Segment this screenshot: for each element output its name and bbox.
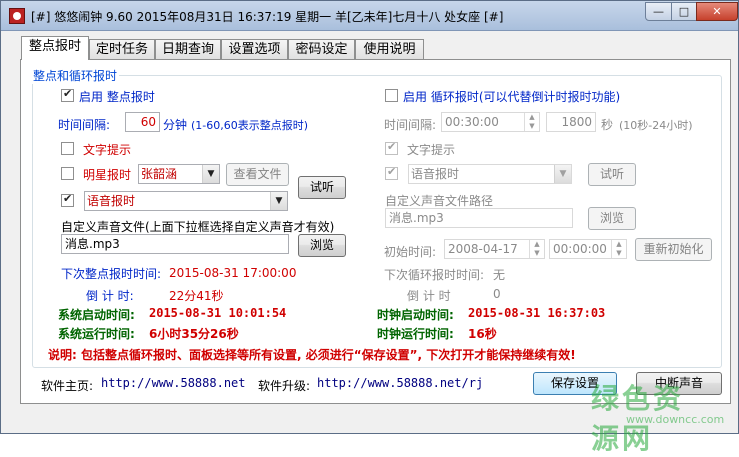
enable-cycle-label[interactable]: 启用 循环报时(可以代替倒计时报时功能) [403,88,620,105]
alarm-clock-icon [9,8,25,24]
view-file-button[interactable]: 查看文件 [226,163,289,186]
text-prompt-label[interactable]: 文字提示 [83,141,131,158]
custom-path-input[interactable]: 消息.mp3 [385,208,573,228]
interval-label: 时间间隔: [58,118,111,132]
maximize-button[interactable]: □ [671,2,697,21]
custom-file-input[interactable]: 消息.mp3 [61,234,289,254]
clock-run-value: 16秒 [468,327,497,341]
cycle-test-listen-button[interactable]: 试听 [588,163,636,186]
start-date-value: 2008-04-17 [448,242,518,256]
watermark-url: www.downcc.com [626,413,725,426]
enable-hourly-checkbox[interactable] [61,87,74,102]
cycle-text-prompt-label[interactable]: 文字提示 [407,141,455,158]
system-start-value: 2015-08-31 10:01:54 [149,306,287,320]
test-listen-button[interactable]: 试听 [298,176,346,199]
countdown-value: 22分41秒 [169,289,224,303]
chevron-down-icon: ▼ [270,192,287,210]
tab-date-query[interactable]: 日期查询 [155,39,221,59]
celebrity-selected: 张韶涵 [141,167,178,181]
celebrity-select[interactable]: 张韶涵 ▼ [138,164,220,184]
minimize-button[interactable]: — [645,2,672,21]
cycle-voice-select[interactable]: 语音报时 ▼ [408,164,572,184]
countdown-label: 倒 计 时: [86,289,134,303]
start-clock-input[interactable]: 00:00:00 ▲ ▼ [549,239,627,259]
next-cycle-label: 下次循环报时时间: [384,268,485,282]
upgrade-label: 软件升级: [258,379,311,393]
interval-unit: 分钟 [163,118,188,132]
custom-file-label: 自定义声音文件(上面下拉框选择自定义声音才有效) [61,220,335,234]
clock-run-label: 时钟运行时间: [377,327,454,341]
cycle-countdown-value: 0 [493,287,501,301]
notice-text: 说明: 包括整点循环报时、面板选择等所有设置, 必须进行“保存设置”, 下次打开… [48,348,576,362]
cycle-countdown-label: 倒 计 时 [407,289,451,303]
reinitialize-button[interactable]: 重新初始化 [635,238,712,261]
enable-hourly-label[interactable]: 启用 整点报时 [79,88,155,105]
tab-panel-hourly-chime: 整点和循环报时 启用 整点报时 时间间隔: 60 分钟 (1-60,60表示整点… [20,59,731,404]
tab-scheduled-tasks[interactable]: 定时任务 [89,39,155,59]
chevron-down-icon: ▼ [202,165,219,183]
start-date-input[interactable]: 2008-04-17 ▲ ▼ [444,239,545,259]
cycle-browse-button[interactable]: 浏览 [588,207,636,230]
watermark-logo: 绿色资源网 [591,382,685,455]
next-hourly-label: 下次整点报时时间: [61,267,162,281]
start-time-label: 初始时间: [384,245,437,259]
system-run-value: 6小时35分26秒 [149,327,239,341]
chevron-down-icon: ▼ [554,165,571,183]
spin-arrows-icon[interactable]: ▲ ▼ [524,113,539,131]
close-button[interactable]: ✕ [696,2,738,21]
voice-chime-checkbox[interactable] [61,192,74,207]
celebrity-chime-label[interactable]: 明星报时 [83,166,131,183]
homepage-label: 软件主页: [41,379,94,393]
clock-start-label: 时钟启动时间: [377,308,454,322]
spin-arrows-icon[interactable]: ▲ ▼ [529,240,544,258]
cycle-interval-seconds-input[interactable]: 1800 [546,112,596,132]
custom-path-label: 自定义声音文件路径 [385,194,494,208]
start-clock-value: 00:00:00 [553,242,607,256]
celebrity-chime-checkbox[interactable] [61,167,74,180]
tab-hourly-chime[interactable]: 整点报时 [21,36,89,60]
cycle-text-prompt-checkbox[interactable] [385,140,398,155]
cycle-interval-time-value: 00:30:00 [445,115,499,129]
seconds-hint: (10秒-24小时) [619,119,693,132]
text-prompt-checkbox[interactable] [61,142,74,155]
clock-start-value: 2015-08-31 16:37:03 [468,306,606,320]
upgrade-link[interactable]: http://www.58888.net/rj [317,376,483,390]
browse-button[interactable]: 浏览 [298,234,346,257]
app-window: [#] 悠悠闹钟 9.60 2015年08月31日 16:37:19 星期一 羊… [0,0,739,455]
system-run-label: 系统运行时间: [58,327,135,341]
cycle-interval-label: 时间间隔: [384,118,437,132]
cycle-voice-selected: 语音报时 [411,167,460,181]
tab-settings[interactable]: 设置选项 [221,39,288,59]
interval-minutes-input[interactable]: 60 [125,112,160,132]
window-title: [#] 悠悠闹钟 9.60 2015年08月31日 16:37:19 星期一 羊… [31,10,504,24]
system-start-label: 系统启动时间: [58,308,135,322]
cycle-interval-time-input[interactable]: 00:30:00 ▲ ▼ [441,112,540,132]
seconds-unit: 秒 [601,118,614,132]
next-hourly-value: 2015-08-31 17:00:00 [169,266,297,280]
spin-arrows-icon[interactable]: ▲ ▼ [611,240,626,258]
homepage-link[interactable]: http://www.58888.net [101,376,246,390]
tab-password[interactable]: 密码设定 [288,39,355,59]
interval-hint: (1-60,60表示整点报时) [191,119,309,132]
voice-select[interactable]: 语音报时 ▼ [84,191,288,211]
enable-cycle-checkbox[interactable] [385,89,398,102]
group-title: 整点和循环报时 [31,67,120,84]
next-cycle-value: 无 [493,268,506,282]
title-bar[interactable]: [#] 悠悠闹钟 9.60 2015年08月31日 16:37:19 星期一 羊… [1,1,738,31]
cycle-voice-checkbox[interactable] [385,165,398,180]
tab-instructions[interactable]: 使用说明 [355,39,424,59]
voice-selected: 语音报时 [87,194,136,208]
